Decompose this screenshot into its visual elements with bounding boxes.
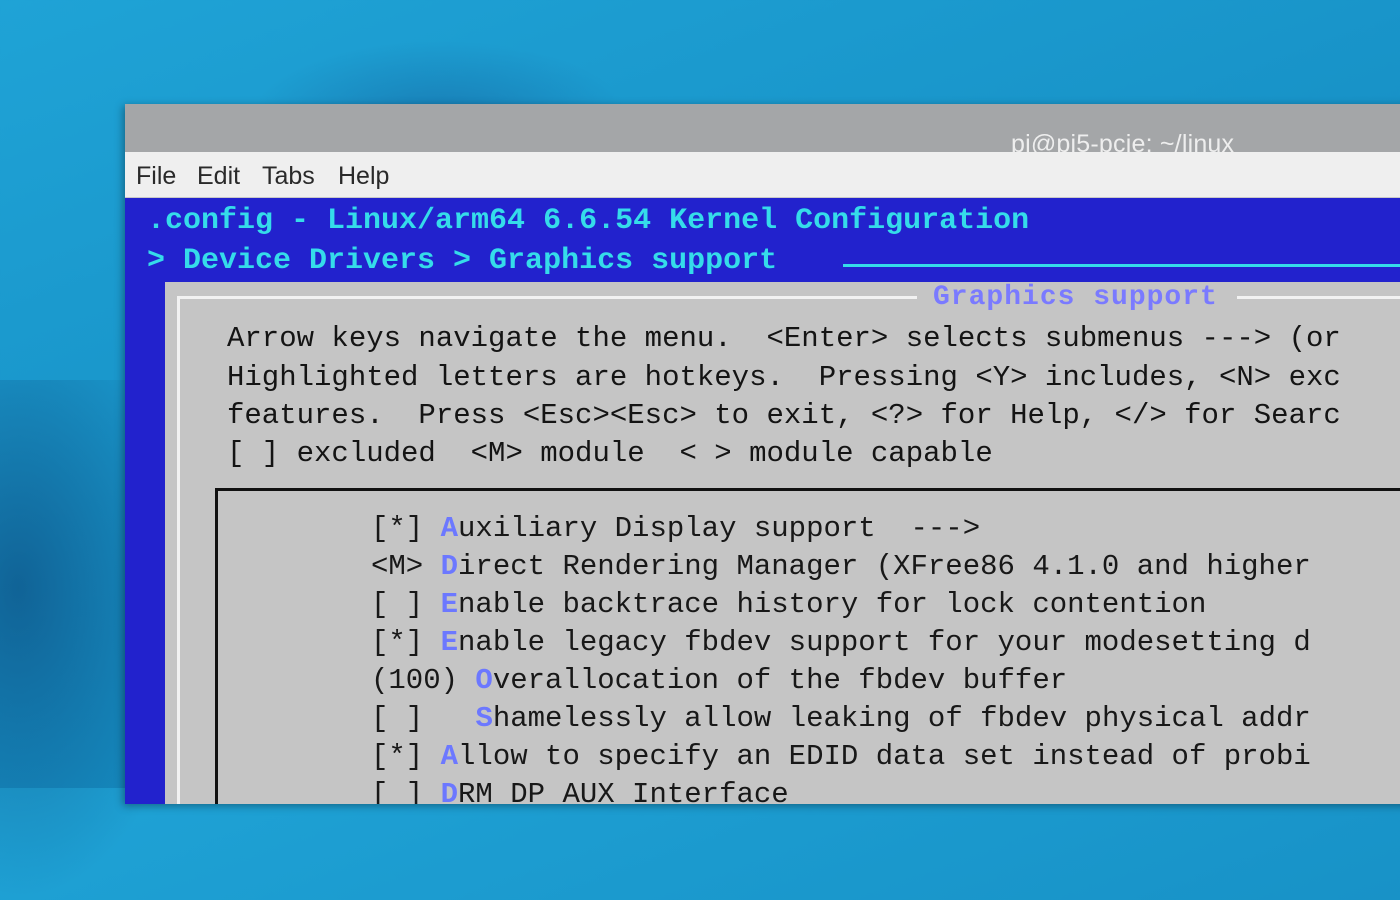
entry-label: verallocation of the fbdev buffer (492, 664, 1068, 697)
entry-indent (423, 626, 440, 659)
menu-entry-legacy-fbdev[interactable]: [*] Enable legacy fbdev support for your… (371, 626, 1311, 659)
terminal-content[interactable]: .config - Linux/arm64 6.6.54 Kernel Conf… (125, 198, 1400, 804)
entry-hotkey: E (440, 626, 459, 659)
menu-entry-dp-aux[interactable]: [ ] DRM DP AUX Interface (371, 778, 789, 804)
entry-label: irect Rendering Manager (XFree86 4.1.0 a… (458, 550, 1311, 583)
entry-state: (100) (371, 664, 459, 697)
entry-state: [*] (371, 512, 424, 545)
menu-help[interactable]: Help (338, 162, 389, 191)
menu-entry-leak-fbdev-address[interactable]: [ ] Shamelessly allow leaking of fbdev p… (371, 702, 1311, 735)
entry-hotkey: A (440, 512, 459, 545)
menu-tabs[interactable]: Tabs (262, 162, 315, 191)
entry-label: llow to specify an EDID data set instead… (458, 740, 1311, 773)
breadcrumb-rule (843, 264, 1400, 267)
entry-hotkey: O (475, 664, 493, 697)
menu-edit[interactable]: Edit (197, 162, 240, 191)
entry-indent (458, 664, 475, 697)
entry-indent (423, 512, 440, 545)
entry-hotkey: D (440, 778, 459, 804)
menu-file[interactable]: File (136, 162, 176, 191)
entry-state: <M> (371, 550, 424, 583)
entry-indent (423, 588, 440, 621)
menuconfig-dialog: Graphics support Arrow keys navigate the… (165, 282, 1400, 804)
help-line-3: features. Press <Esc><Esc> to exit, <?> … (227, 399, 1341, 432)
entry-state: [ ] (371, 778, 424, 804)
entry-label: hamelessly allow leaking of fbdev physic… (492, 702, 1311, 735)
entry-label: nable backtrace history for lock content… (458, 588, 1207, 621)
dialog-frame-top-left (177, 296, 917, 299)
entry-state: [ ] (371, 702, 424, 735)
help-line-1: Arrow keys navigate the menu. <Enter> se… (227, 322, 1341, 355)
menu-entry-edid-override[interactable]: [*] Allow to specify an EDID data set in… (371, 740, 1311, 773)
help-line-2: Highlighted letters are hotkeys. Pressin… (227, 361, 1341, 394)
entry-state: [ ] (371, 588, 424, 621)
entry-label: RM DP AUX Interface (458, 778, 789, 804)
entry-indent (423, 550, 440, 583)
entry-state: [*] (371, 740, 424, 773)
menu-entry-auxiliary-display[interactable]: [*] Auxiliary Display support ---> (371, 512, 980, 545)
entry-indent (423, 702, 475, 735)
entry-hotkey: S (475, 702, 493, 735)
entry-hotkey: E (440, 588, 459, 621)
menu-bar: File Edit Tabs Help (125, 152, 1400, 198)
breadcrumb: > Device Drivers > Graphics support (147, 244, 778, 278)
entry-state: [*] (371, 626, 424, 659)
entry-indent (423, 778, 440, 804)
help-legend: [ ] excluded <M> module < > module capab… (227, 437, 993, 470)
menu-entry-direct-rendering-manager[interactable]: <M> Direct Rendering Manager (XFree86 4.… (371, 550, 1311, 583)
config-header: .config - Linux/arm64 6.6.54 Kernel Conf… (147, 204, 1030, 238)
dialog-frame-top-right (1237, 296, 1400, 299)
entry-label: uxiliary Display support ---> (458, 512, 981, 545)
entry-hotkey: D (440, 550, 459, 583)
entry-label: nable legacy fbdev support for your mode… (458, 626, 1311, 659)
dialog-title: Graphics support (933, 282, 1218, 313)
dialog-frame-left (177, 296, 180, 804)
entry-hotkey: A (440, 740, 459, 773)
menu-entry-backtrace-history[interactable]: [ ] Enable backtrace history for lock co… (371, 588, 1206, 621)
entry-indent (423, 740, 440, 773)
terminal-window: pi@pi5-pcie: ~/linux File Edit Tabs Help… (125, 104, 1400, 804)
window-titlebar[interactable]: pi@pi5-pcie: ~/linux (125, 104, 1400, 158)
menu-entry-fbdev-overallocation[interactable]: (100) Overallocation of the fbdev buffer (371, 664, 1067, 697)
